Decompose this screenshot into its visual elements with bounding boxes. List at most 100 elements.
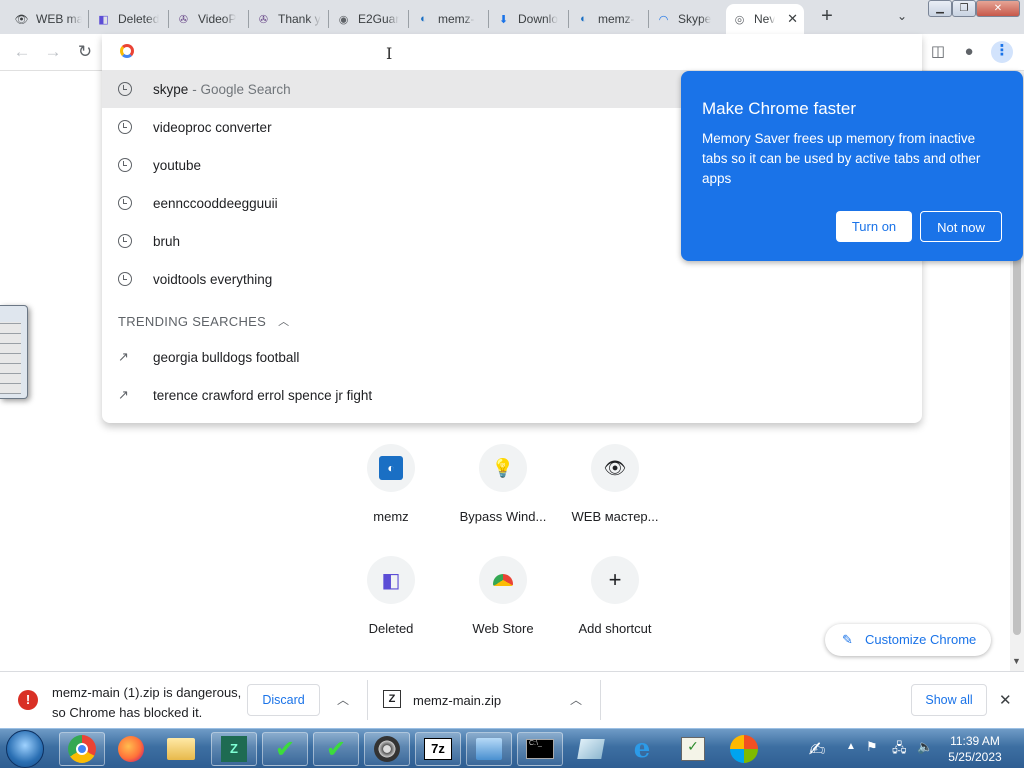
show-all-button[interactable]: Show all (911, 684, 987, 716)
trending-arrow-icon: ↗ (118, 387, 129, 402)
app-taskbar-icon[interactable]: Z (211, 732, 257, 766)
system-clock[interactable]: 11:39 AM 5/25/2023 (942, 733, 1008, 765)
promo-body: Memory Saver frees up memory from inacti… (702, 131, 981, 186)
promo-title: Make Chrome faster (702, 99, 856, 118)
volume-icon[interactable]: 🔈 (917, 739, 933, 755)
pen-input-icon[interactable]: ✍ (797, 732, 837, 766)
film-reel-icon: ✇ (178, 13, 189, 26)
menu-icon[interactable]: ⋮ (991, 41, 1013, 63)
shortcut-deleted[interactable]: ◧ Deleted (336, 556, 446, 636)
download-filename[interactable]: memz-main.zip (413, 693, 501, 708)
minimize-button[interactable]: ▁ (928, 0, 952, 17)
tab-videoproc[interactable]: ✇ VideoP (170, 4, 248, 34)
chevron-up-icon[interactable]: ︿ (278, 313, 289, 329)
shortcut-web-master[interactable]: 👁 WEB мастер... (560, 444, 670, 524)
deleted-icon: ◧ (367, 556, 415, 604)
start-button[interactable] (6, 730, 44, 768)
scroll-down-arrow-icon[interactable]: ▼ (1012, 656, 1021, 666)
action-center-icon[interactable]: ⚑ (866, 739, 878, 755)
history-clock-icon (118, 120, 132, 134)
history-clock-icon (118, 158, 132, 172)
text-cursor-icon: I (386, 44, 393, 63)
show-hidden-icons-icon[interactable]: ▲ (846, 741, 856, 752)
tab-search-icon[interactable]: ⌄ (897, 9, 907, 23)
tab-new-tab[interactable]: ◎ Nev ✕ (726, 4, 804, 34)
history-clock-icon (118, 196, 132, 210)
checkmark-app-taskbar-icon[interactable]: ✔ (262, 732, 308, 766)
notes-taskbar-icon[interactable] (568, 732, 614, 766)
blocked-download-text: memz-main (1).zip is dangerous, so Chrom… (52, 685, 242, 720)
tab-strip: 👁 WEB ma ◧ Deleted ✇ VideoP ✇ Thank y ◉ E2Gua… (0, 0, 1024, 34)
restore-button[interactable]: ❐ (952, 0, 976, 17)
background-window-fragment[interactable] (0, 305, 28, 399)
film-reel-icon: ✇ (258, 13, 269, 26)
control-panel-taskbar-icon[interactable] (466, 732, 512, 766)
trending-item[interactable]: ↗ terence crawford errol spence jr fight (102, 376, 922, 414)
profile-icon[interactable]: ● (959, 42, 979, 62)
checkmark-app-taskbar-icon[interactable]: ✔ (313, 732, 359, 766)
close-icon[interactable]: ✕ (999, 691, 1012, 709)
discard-button[interactable]: Discard (247, 684, 320, 716)
chart-app-taskbar-icon[interactable]: ✓ (670, 732, 716, 766)
shortcut-bypass[interactable]: 💡 Bypass Wind... (448, 444, 558, 524)
tab-skype[interactable]: ◠ Skype (650, 4, 724, 34)
google-g-icon (120, 44, 134, 58)
close-window-button[interactable]: ✕ (976, 0, 1020, 17)
memz-icon: ◐ (580, 13, 587, 25)
download-icon: ⬇ (498, 13, 509, 26)
chevron-up-icon[interactable]: ︿ (337, 691, 349, 708)
videoproc-taskbar-icon[interactable] (364, 732, 410, 766)
eye-icon: 👁 (591, 444, 639, 492)
new-tab-button[interactable]: + (815, 6, 839, 28)
lightbulb-icon: 💡 (479, 444, 527, 492)
brick-wall-icon (0, 322, 21, 394)
network-icon[interactable]: 🖧 (892, 739, 907, 761)
pencil-icon: ✎ (842, 632, 853, 647)
zip-file-icon: Z (383, 690, 401, 708)
trending-searches-header[interactable]: TRENDING SEARCHES ︿ (118, 313, 289, 329)
not-now-button[interactable]: Not now (920, 211, 1002, 242)
customize-chrome-button[interactable]: ✎ Customize Chrome (825, 624, 991, 656)
trending-item[interactable]: ↗ georgia bulldogs football (102, 338, 922, 376)
chrome-icon: ◎ (734, 13, 745, 26)
shortcut-memz[interactable]: ◐ memz (336, 444, 446, 524)
history-clock-icon (118, 82, 132, 96)
tab-downloads[interactable]: ⬇ Downlo (490, 4, 568, 34)
history-clock-icon (118, 272, 132, 286)
7zip-taskbar-icon[interactable]: 7z (415, 732, 461, 766)
windows-taskbar: Z ✔ ✔ 7z C:\_ e ✓ ✍ ▲ ⚑ 🖧 🔈 11:39 AM 5/2… (0, 728, 1024, 768)
web-store-icon (479, 556, 527, 604)
side-panel-icon[interactable]: ◫ (928, 42, 948, 62)
back-button[interactable]: ← (11, 42, 33, 64)
tab-memz-1[interactable]: ◐ memz- (410, 4, 488, 34)
close-tab-icon[interactable]: ✕ (787, 11, 798, 27)
internet-explorer-taskbar-icon[interactable]: e (619, 732, 665, 766)
deleted-icon: ◧ (98, 13, 109, 26)
globe-icon: ◉ (338, 13, 349, 26)
tab-memz-2[interactable]: ◐ memz- (570, 4, 648, 34)
shortcut-web-store[interactable]: Web Store (448, 556, 558, 636)
firefox-taskbar-icon[interactable] (108, 732, 154, 766)
windows-update-taskbar-icon[interactable] (721, 732, 767, 766)
tab-thank-you[interactable]: ✇ Thank y (250, 4, 328, 34)
tab-deleted[interactable]: ◧ Deleted (90, 4, 168, 34)
trending-arrow-icon: ↗ (118, 349, 129, 364)
add-shortcut-button[interactable]: + Add shortcut (560, 556, 670, 636)
chrome-taskbar-icon[interactable] (59, 732, 105, 766)
file-explorer-taskbar-icon[interactable] (158, 732, 204, 766)
forward-button[interactable]: → (42, 42, 64, 64)
plus-icon: + (591, 556, 639, 604)
tab-e2guardian[interactable]: ◉ E2Guar (330, 4, 408, 34)
reload-button[interactable]: ↻ (74, 42, 96, 64)
suggestion-item[interactable]: voidtools everything (102, 260, 922, 298)
memz-icon: ◐ (367, 444, 415, 492)
tab-web-master[interactable]: 👁 WEB ma (8, 4, 88, 34)
turn-on-button[interactable]: Turn on (836, 211, 912, 242)
command-prompt-taskbar-icon[interactable]: C:\_ (517, 732, 563, 766)
history-clock-icon (118, 234, 132, 248)
chevron-up-icon[interactable]: ︿ (570, 691, 582, 708)
loading-icon: ◠ (658, 13, 669, 26)
memz-icon: ◐ (420, 13, 427, 25)
eye-icon: 👁 (14, 13, 29, 26)
address-bar-input[interactable]: I (102, 34, 922, 70)
